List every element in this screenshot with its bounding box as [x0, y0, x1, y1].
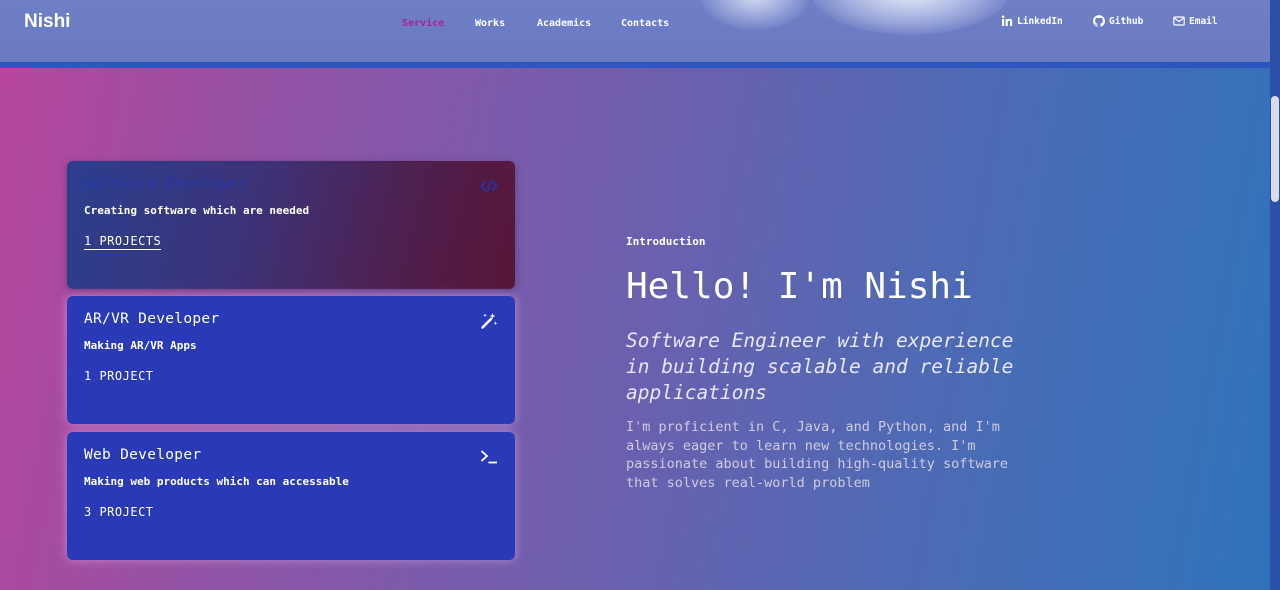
card-project-count[interactable]: 1 PROJECT [84, 369, 154, 383]
email-link[interactable]: Email [1173, 15, 1218, 27]
nav-link-academics[interactable]: Academics [537, 18, 591, 29]
page-scrollbar[interactable] [1270, 0, 1280, 590]
header-decoration [810, 0, 1010, 35]
top-header: Nishi Service Works Academics Contacts L… [0, 0, 1270, 68]
github-label: Github [1109, 15, 1144, 27]
nav-link-service[interactable]: Service [402, 18, 444, 29]
card-description: Creating software which are needed [84, 204, 310, 217]
linkedin-label: LinkedIn [1017, 15, 1063, 27]
service-card-web[interactable]: Web Developer Making web products which … [67, 432, 515, 560]
scrollbar-thumb[interactable] [1271, 96, 1279, 202]
card-description: Making AR/VR Apps [84, 339, 197, 352]
service-card-software[interactable]: Software Developer Creating software whi… [67, 161, 515, 289]
card-project-count[interactable]: 3 PROJECT [84, 505, 154, 519]
card-title: Web Developer [84, 447, 202, 463]
service-card-arvr[interactable]: AR/VR Developer Making AR/VR Apps 1 PROJ… [67, 296, 515, 424]
terminal-icon [480, 450, 497, 464]
nav-link-contacts[interactable]: Contacts [621, 18, 669, 29]
intro-label: Introduction [626, 235, 706, 248]
site-logo[interactable]: Nishi [24, 11, 70, 33]
github-icon [1093, 15, 1105, 27]
nav-link-works[interactable]: Works [475, 18, 505, 29]
linkedin-icon [1001, 15, 1013, 26]
header-decoration [700, 0, 810, 30]
code-icon [480, 179, 498, 193]
card-description: Making web products which can accessable [84, 475, 349, 488]
page-title: Hello! I'm Nishi [626, 266, 973, 307]
email-icon [1173, 16, 1185, 26]
linkedin-link[interactable]: LinkedIn [1001, 15, 1063, 27]
card-title: AR/VR Developer [84, 311, 220, 327]
github-link[interactable]: Github [1093, 15, 1143, 27]
email-label: Email [1189, 15, 1218, 27]
magic-wand-icon [481, 313, 498, 329]
intro-body: I'm proficient in C, Java, and Python, a… [626, 419, 1009, 491]
card-project-count[interactable]: 1 PROJECTS [84, 234, 162, 250]
card-title: Software Developer [84, 176, 247, 192]
intro-subtitle: Software Engineer with experience in bui… [626, 329, 1014, 404]
